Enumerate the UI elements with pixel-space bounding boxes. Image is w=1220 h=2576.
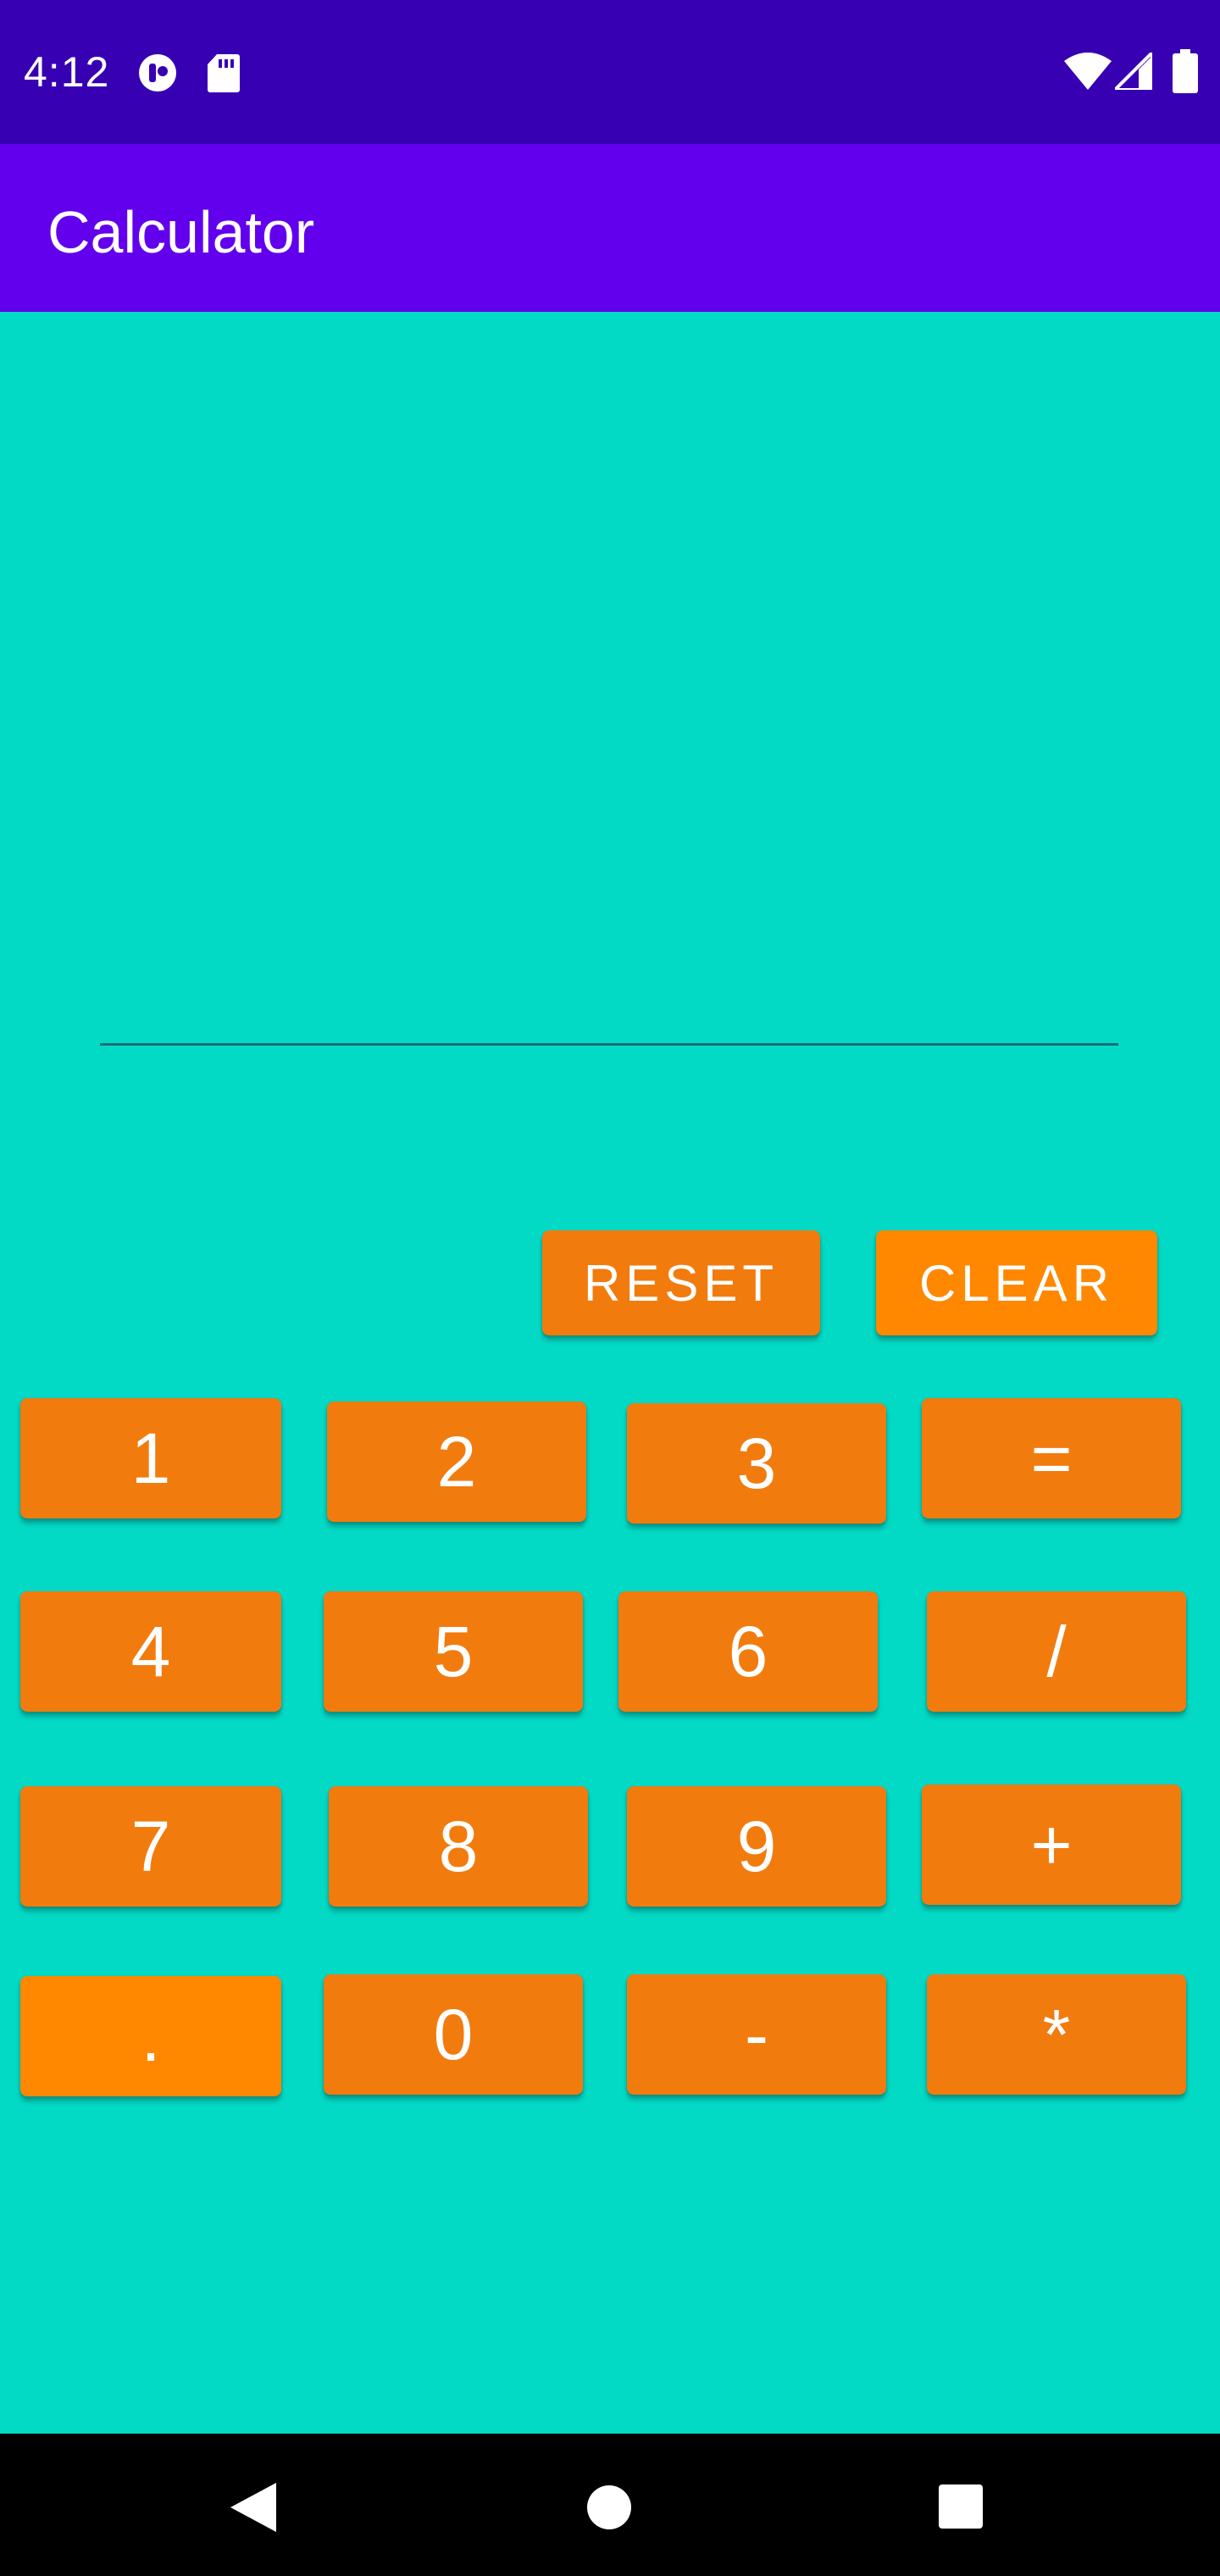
key-7-button[interactable]: 7 — [20, 1786, 281, 1907]
decimal-point-button[interactable]: . — [20, 1976, 281, 2096]
app-bar: Calculator — [0, 144, 1220, 312]
key-1-button[interactable]: 1 — [20, 1398, 281, 1518]
calculator-display-input[interactable] — [100, 974, 1118, 1046]
key-6-button[interactable]: 6 — [618, 1591, 878, 1712]
status-time: 4:12 — [24, 48, 110, 96]
status-bar: 4:12 — [0, 0, 1220, 144]
wifi-icon — [1064, 53, 1112, 90]
data-saver-icon — [139, 54, 176, 92]
battery-icon — [1173, 49, 1198, 93]
minus-button[interactable]: - — [627, 1974, 886, 2095]
reset-button[interactable]: RESET — [542, 1230, 820, 1335]
key-3-button[interactable]: 3 — [627, 1403, 886, 1524]
key-9-button[interactable]: 9 — [627, 1786, 886, 1907]
sd-card-icon — [208, 54, 240, 92]
equals-button[interactable]: = — [922, 1398, 1181, 1518]
cell-signal-icon — [1115, 53, 1152, 90]
divide-button[interactable]: / — [927, 1591, 1186, 1712]
plus-button[interactable]: + — [922, 1785, 1181, 1905]
key-0-button[interactable]: 0 — [324, 1974, 583, 2095]
key-8-button[interactable]: 8 — [329, 1786, 588, 1907]
key-5-button[interactable]: 5 — [324, 1591, 583, 1712]
clear-button[interactable]: CLEAR — [876, 1230, 1157, 1335]
back-icon[interactable] — [230, 2483, 276, 2532]
multiply-button[interactable]: * — [927, 1974, 1186, 2095]
navigation-bar — [0, 2434, 1220, 2576]
app-title: Calculator — [47, 199, 315, 265]
key-2-button[interactable]: 2 — [327, 1402, 586, 1522]
key-4-button[interactable]: 4 — [20, 1591, 281, 1712]
home-icon[interactable] — [586, 2484, 632, 2530]
recents-icon[interactable] — [939, 2484, 983, 2529]
